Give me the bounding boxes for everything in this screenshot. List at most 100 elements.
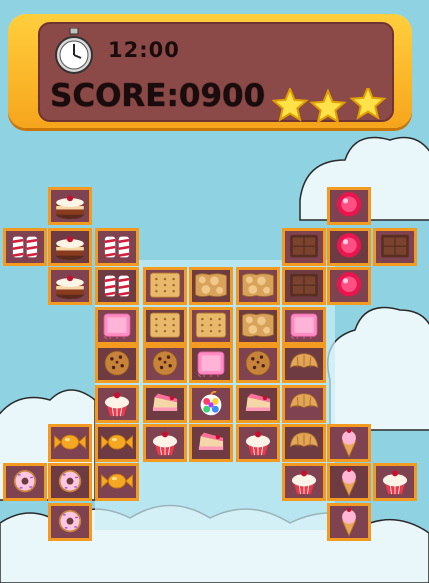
- donut-icon: [13, 469, 37, 493]
- board-cell[interactable]: [327, 228, 371, 266]
- board-cell[interactable]: [143, 424, 187, 462]
- score-display: SCORE:0900: [50, 78, 265, 114]
- cupcake-icon: [245, 431, 271, 456]
- board-cell[interactable]: [189, 385, 233, 423]
- cracker-icon: [149, 272, 181, 298]
- cookie-chunk-icon: [242, 313, 274, 338]
- rainbow-bomb-icon: [200, 390, 222, 416]
- score-label: SCORE:: [50, 78, 179, 114]
- cupcake-icon: [104, 392, 130, 417]
- board-cell[interactable]: [282, 424, 326, 462]
- board-cell[interactable]: [236, 345, 280, 383]
- board-cell[interactable]: [95, 345, 139, 383]
- board-cell[interactable]: [48, 424, 92, 462]
- cupcake-icon: [152, 431, 178, 456]
- hud-inner-panel: 12:00 SCORE:0900: [38, 22, 394, 124]
- board-cell[interactable]: [95, 385, 139, 423]
- wrapped-candy-icon: [54, 434, 86, 450]
- board-cell[interactable]: [282, 307, 326, 345]
- board-cell[interactable]: [143, 307, 187, 345]
- cake-slice-icon: [152, 393, 178, 411]
- croissant-icon: [289, 353, 319, 369]
- board-cell[interactable]: [327, 187, 371, 225]
- board-cell[interactable]: [327, 503, 371, 541]
- board-cell[interactable]: [189, 267, 233, 305]
- ice-cream-icon: [341, 507, 357, 537]
- board-cell[interactable]: [189, 345, 233, 383]
- jelly-icon: [336, 233, 362, 258]
- chocolate-icon: [381, 234, 409, 258]
- star-icon: [349, 88, 387, 120]
- score-value: 0900: [178, 78, 266, 114]
- board-cell[interactable]: [95, 307, 139, 345]
- cookie-chunk-icon: [195, 273, 227, 298]
- board-cell[interactable]: [143, 385, 187, 423]
- board-cell[interactable]: [327, 463, 371, 501]
- board-cell[interactable]: [236, 385, 280, 423]
- board-cell[interactable]: [95, 424, 139, 462]
- timer-text: 12:00: [108, 38, 180, 62]
- board-cell[interactable]: [373, 228, 417, 266]
- croissant-icon: [289, 393, 319, 409]
- choc-chip-cookie-icon: [245, 350, 271, 376]
- wrapped-candy-icon: [101, 434, 133, 450]
- board-cell[interactable]: [282, 228, 326, 266]
- board-cell[interactable]: [95, 228, 139, 266]
- peppermint-icon: [104, 236, 130, 258]
- cupcake-icon: [291, 470, 317, 495]
- jelly-icon: [336, 272, 362, 297]
- wrapped-candy-icon: [101, 473, 133, 489]
- board-cell[interactable]: [282, 385, 326, 423]
- star-rating: [272, 88, 387, 124]
- board-cell[interactable]: [373, 463, 417, 501]
- board-cell[interactable]: [327, 267, 371, 305]
- board-cell[interactable]: [95, 267, 139, 305]
- pink-candy-icon: [290, 313, 318, 340]
- stopwatch-icon: [55, 28, 93, 74]
- chocolate-icon: [290, 234, 318, 258]
- peppermint-icon: [12, 236, 38, 258]
- board-cell[interactable]: [48, 503, 92, 541]
- hud-panel: 12:00 SCORE:0900: [8, 14, 412, 128]
- cake-icon: [56, 195, 84, 219]
- board-cell[interactable]: [327, 424, 371, 462]
- star-icon: [272, 88, 309, 122]
- board-cell[interactable]: [48, 267, 92, 305]
- choc-chip-cookie-icon: [104, 350, 130, 376]
- board-cell[interactable]: [48, 463, 92, 501]
- peppermint-icon: [104, 275, 130, 297]
- cookie-chunk-icon: [242, 273, 274, 298]
- board-cell[interactable]: [236, 307, 280, 345]
- cake-icon: [56, 236, 84, 260]
- chocolate-icon: [290, 273, 318, 297]
- board-cell[interactable]: [3, 228, 47, 266]
- donut-icon: [58, 509, 82, 533]
- ice-cream-icon: [341, 428, 357, 458]
- board-cell[interactable]: [189, 424, 233, 462]
- board-cell[interactable]: [48, 228, 92, 266]
- board-cell[interactable]: [282, 267, 326, 305]
- board-cell[interactable]: [189, 307, 233, 345]
- jelly-icon: [336, 192, 362, 217]
- board-cell[interactable]: [282, 463, 326, 501]
- board-cell[interactable]: [48, 187, 92, 225]
- croissant-icon: [289, 432, 319, 448]
- cupcake-icon: [382, 470, 408, 495]
- cake-icon: [56, 275, 84, 299]
- board-cell[interactable]: [3, 463, 47, 501]
- board-cell[interactable]: [143, 267, 187, 305]
- board-cell[interactable]: [282, 345, 326, 383]
- board-cell[interactable]: [236, 424, 280, 462]
- board-cell[interactable]: [143, 345, 187, 383]
- board-cell[interactable]: [236, 267, 280, 305]
- cake-slice-icon: [245, 393, 271, 411]
- star-icon: [309, 88, 347, 124]
- choc-chip-cookie-icon: [152, 350, 178, 376]
- ice-cream-icon: [341, 467, 357, 497]
- cracker-icon: [149, 312, 181, 338]
- cracker-icon: [195, 312, 227, 338]
- board-cell[interactable]: [95, 463, 139, 501]
- pink-candy-icon: [103, 313, 131, 340]
- cake-slice-icon: [198, 432, 224, 450]
- pink-candy-icon: [197, 351, 225, 378]
